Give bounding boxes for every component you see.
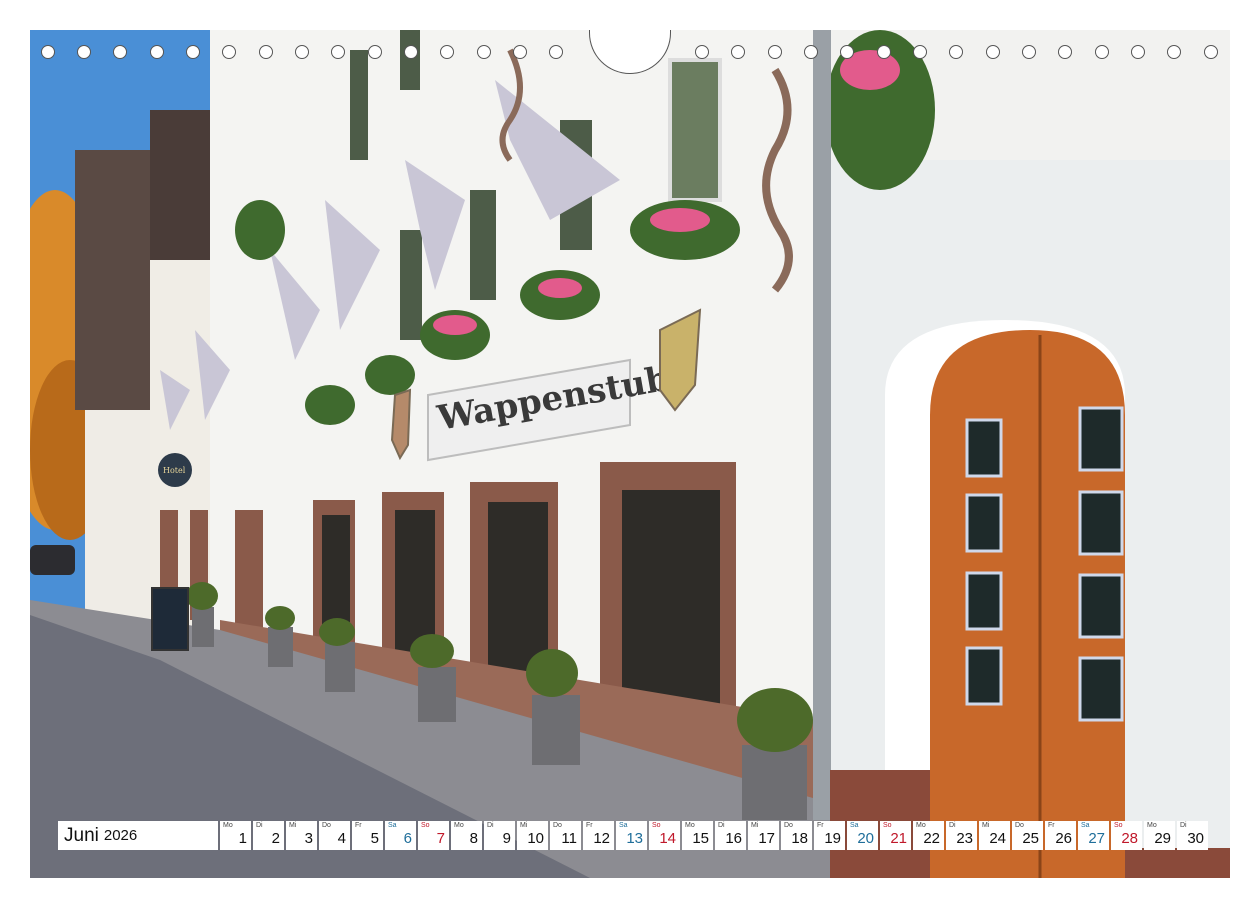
day-number: 24 (989, 830, 1006, 847)
day-number: 21 (890, 830, 907, 847)
day-number: 5 (370, 830, 379, 847)
day-cell: Mi 3 (286, 821, 317, 850)
day-cell: Di 23 (946, 821, 977, 850)
day-number: 25 (1022, 830, 1039, 847)
day-cell: Mi 10 (517, 821, 548, 850)
weekday-label: Fr (817, 822, 824, 829)
weekday-label: Di (1180, 822, 1187, 829)
day-cell: Mi 17 (748, 821, 779, 850)
day-cell: So 14 (649, 821, 680, 850)
day-number: 15 (692, 830, 709, 847)
day-cell: Di 16 (715, 821, 746, 850)
day-cell: Mo 8 (451, 821, 482, 850)
day-cell: Mo 22 (913, 821, 944, 850)
day-number: 9 (502, 830, 511, 847)
weekday-label: Sa (1081, 822, 1090, 829)
day-cell: Mo 29 (1144, 821, 1175, 850)
weekday-label: Fr (1048, 822, 1055, 829)
day-cell: Di 30 (1177, 821, 1208, 850)
weekday-label: Sa (388, 822, 397, 829)
weekday-label: So (1114, 822, 1123, 829)
day-number: 19 (824, 830, 841, 847)
weekday-label: Fr (586, 822, 593, 829)
day-number: 18 (791, 830, 808, 847)
weekday-label: Di (949, 822, 956, 829)
day-cell: Do 11 (550, 821, 581, 850)
day-cell: Mo 1 (220, 821, 251, 850)
weekday-label: Do (1015, 822, 1024, 829)
day-cell: Sa 6 (385, 821, 416, 850)
weekday-label: Mo (1147, 822, 1157, 829)
day-number: 22 (923, 830, 940, 847)
day-number: 16 (725, 830, 742, 847)
weekday-label: Di (487, 822, 494, 829)
day-number: 26 (1055, 830, 1072, 847)
weekday-label: Mo (223, 822, 233, 829)
day-number: 8 (469, 830, 478, 847)
day-number: 11 (561, 830, 577, 847)
day-cell: So 21 (880, 821, 911, 850)
day-cell: Do 25 (1012, 821, 1043, 850)
calendar-strip: Juni 2026 Mo 1 Di 2 Mi 3 Do 4 Fr 5 Sa 6 So 7 Mo 8 Di 9 Mi 1… (58, 821, 1208, 850)
weekday-label: Mi (520, 822, 528, 829)
weekday-label: Di (718, 822, 725, 829)
weekday-label: So (883, 822, 892, 829)
month-label: Juni 2026 (58, 821, 218, 850)
weekday-label: Sa (619, 822, 628, 829)
weekday-label: Di (256, 822, 263, 829)
day-number: 29 (1154, 830, 1171, 847)
day-number: 10 (527, 830, 544, 847)
street-scene-image: Wappenstube Hotel (30, 30, 1230, 878)
day-cell: Do 18 (781, 821, 812, 850)
day-cell: Fr 19 (814, 821, 845, 850)
hotel-sign: Hotel (163, 466, 186, 475)
weekday-label: Mi (751, 822, 759, 829)
day-cell: Mi 24 (979, 821, 1010, 850)
day-number: 3 (304, 830, 313, 847)
weekday-label: Do (784, 822, 793, 829)
day-number: 7 (436, 830, 445, 847)
day-number: 2 (271, 830, 280, 847)
day-number: 23 (956, 830, 973, 847)
day-number: 14 (659, 830, 676, 847)
day-number: 1 (238, 830, 247, 847)
day-cell: So 28 (1111, 821, 1142, 850)
month-year: 2026 (103, 827, 138, 844)
calendar-photo: Wappenstube Hotel (30, 30, 1230, 878)
day-cell: Sa 20 (847, 821, 878, 850)
weekday-label: Mo (454, 822, 464, 829)
weekday-label: Do (322, 822, 331, 829)
weekday-label: Sa (850, 822, 859, 829)
weekday-label: Do (553, 822, 562, 829)
day-number: 17 (758, 830, 775, 847)
day-number: 27 (1088, 830, 1105, 847)
month-name: Juni (64, 824, 99, 846)
day-cell: Fr 5 (352, 821, 383, 850)
day-number: 30 (1187, 830, 1204, 847)
day-number: 6 (403, 830, 412, 847)
day-number: 12 (593, 830, 610, 847)
weekday-label: Mi (982, 822, 990, 829)
day-number: 13 (626, 830, 643, 847)
day-number: 4 (337, 830, 346, 847)
weekday-label: So (652, 822, 661, 829)
weekday-label: Mo (916, 822, 926, 829)
day-cell: Di 9 (484, 821, 515, 850)
day-cell: Di 2 (253, 821, 284, 850)
weekday-label: Mo (685, 822, 695, 829)
weekday-label: So (421, 822, 430, 829)
day-cell: Fr 26 (1045, 821, 1076, 850)
day-cell: Fr 12 (583, 821, 614, 850)
day-number: 28 (1121, 830, 1138, 847)
day-cell: So 7 (418, 821, 449, 850)
day-cell: Sa 27 (1078, 821, 1109, 850)
day-cell: Do 4 (319, 821, 350, 850)
weekday-label: Fr (355, 822, 362, 829)
day-cell: Sa 13 (616, 821, 647, 850)
day-number: 20 (857, 830, 874, 847)
weekday-label: Mi (289, 822, 297, 829)
day-cell: Mo 15 (682, 821, 713, 850)
